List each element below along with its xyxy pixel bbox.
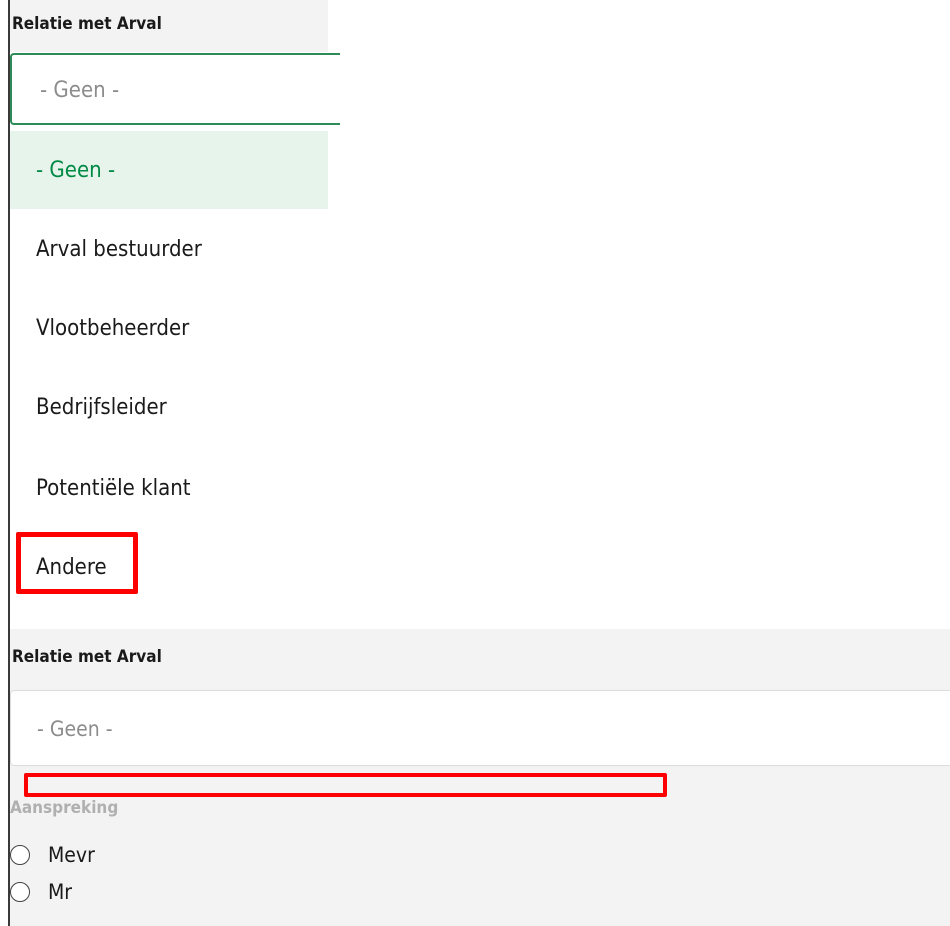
- option-geen[interactable]: - Geen -: [10, 131, 328, 209]
- relation-select-open[interactable]: - Geen -: [10, 53, 340, 125]
- option-potentiele-klant[interactable]: Potentiële klant: [10, 449, 328, 527]
- relation-label-bottom: Relatie met Arval: [12, 647, 162, 667]
- option-vlootbeheerder[interactable]: Vlootbeheerder: [10, 289, 328, 367]
- option-label: Vlootbeheerder: [36, 316, 190, 341]
- radio-circle-icon[interactable]: [10, 882, 30, 902]
- radio-label: Mevr: [48, 843, 95, 867]
- select-value: - Geen -: [40, 78, 120, 103]
- radio-circle-icon[interactable]: [10, 845, 30, 865]
- salutation-label: Aanspreking: [10, 798, 119, 818]
- highlight-andere: [16, 532, 138, 594]
- option-arval-bestuurder[interactable]: Arval bestuurder: [10, 210, 328, 288]
- option-label: Potentiële klant: [36, 476, 191, 501]
- select-value: - Geen -: [37, 717, 113, 741]
- option-label: Arval bestuurder: [36, 237, 202, 262]
- relation-label: Relatie met Arval: [12, 14, 162, 34]
- option-label: - Geen -: [36, 158, 116, 183]
- relation-select-closed[interactable]: - Geen -: [10, 690, 950, 766]
- option-bedrijfsleider[interactable]: Bedrijfsleider: [10, 368, 328, 446]
- highlight-empty-field: [24, 773, 667, 797]
- option-label: Bedrijfsleider: [36, 395, 167, 420]
- radio-label: Mr: [48, 880, 73, 904]
